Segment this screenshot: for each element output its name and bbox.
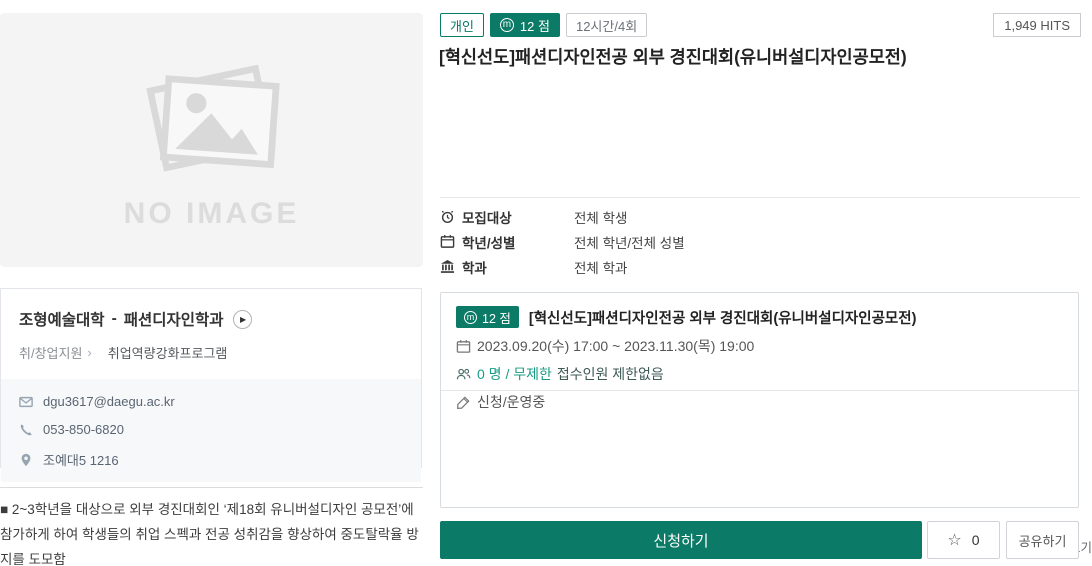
session-period-row: 2023.09.20(수) 17:00 ~ 2023.11.30(목) 19:0… [456, 336, 1063, 356]
badge-personal: 개인 [440, 13, 484, 37]
category-path[interactable]: 취/창업지원 [19, 343, 82, 362]
session-title: [혁신선도]패션디자인전공 외부 경진대회(유니버설디자인공모전) [528, 310, 917, 327]
badge-points-label: 12 점 [519, 18, 550, 34]
map-pin-icon [19, 453, 43, 467]
session-card[interactable]: m 12 점 [혁신선도]패션디자인전공 외부 경진대회(유니버설디자인공모전)… [440, 292, 1079, 508]
page-title: [혁신선도]패션디자인전공 외부 경진대회(유니버설디자인공모전) [439, 47, 907, 67]
category-program: 취업역량강화프로그램 [107, 346, 228, 361]
info-label: 학년/성별 [462, 235, 516, 251]
no-image-icon [145, 64, 280, 172]
alarm-clock-icon [440, 209, 462, 224]
badge-row: 개인 m 12 점 12시간/4회 [440, 13, 648, 37]
no-image-label: NO IMAGE [123, 197, 300, 230]
m-circle-icon: m [499, 18, 514, 32]
info-row-target: 모집대상 전체 학생 [440, 204, 1080, 229]
college-name: 조형예술대학 [19, 312, 105, 329]
calendar-icon [456, 339, 477, 354]
info-label: 모집대상 [462, 210, 512, 226]
program-description: ■ 2~3학년을 대상으로 외부 경진대회인 ‘제18회 유니버설디자인 공모전… [0, 487, 423, 566]
contact-email-row: dgu3617@daegu.ac.kr [19, 394, 403, 409]
info-label: 학과 [462, 260, 487, 276]
program-thumbnail-placeholder: NO IMAGE [0, 13, 423, 267]
department-name: 패션디자인학과 [123, 312, 224, 329]
chevron-right-icon: › [87, 345, 92, 360]
share-button[interactable]: 공유하기 [1006, 521, 1079, 559]
program-category: 취/창업지원 › 취업역량강화프로그램 [19, 343, 403, 362]
contact-phone-row: 053-850-6820 [19, 422, 403, 437]
badge-duration: 12시간/4회 [565, 13, 648, 37]
info-value: 전체 학과 [574, 260, 628, 276]
contact-info: dgu3617@daegu.ac.kr 053-850-6820 조예대5 12… [1, 379, 421, 482]
calendar-icon [440, 234, 462, 249]
badge-mileage-points: m 12 점 [489, 13, 560, 37]
session-points-label: 12 점 [482, 311, 511, 326]
session-points-badge: m 12 점 [456, 306, 519, 328]
session-status-row: 신청/운영중 [456, 392, 1063, 412]
contact-location: 조예대5 1216 [43, 453, 119, 468]
info-value: 전체 학생 [574, 210, 628, 226]
star-icon: ☆ [947, 532, 962, 549]
session-capacity-row: 0 명 / 무제한 접수인원 제한없음 [456, 364, 1063, 384]
favorite-count: 0 [971, 532, 980, 548]
info-value: 전체 학년/전체 성별 [574, 235, 685, 251]
recruit-info-section: 모집대상 전체 학생 학년/성별 전체 학년/전체 성별 학과 전체 학과 [440, 197, 1080, 279]
org-dash: - [111, 310, 117, 327]
program-detail-page: NO IMAGE 조형예술대학 - 패션디자인학과 ▶ 취/창업지원 › 취업역… [0, 0, 1092, 566]
favorite-button[interactable]: ☆ 0 [927, 521, 1000, 559]
bank-icon [440, 259, 462, 274]
info-row-grade-gender: 학년/성별 전체 학년/전체 성별 [440, 229, 1080, 254]
session-period: 2023.09.20(수) 17:00 ~ 2023.11.30(목) 19:0… [477, 338, 755, 354]
session-capacity: 0 명 / 무제한 [477, 366, 552, 382]
people-icon [456, 367, 477, 382]
phone-icon [19, 423, 43, 437]
m-circle-icon: m [464, 310, 477, 324]
session-status: 신청/운영중 [477, 394, 546, 410]
organization-card: 조형예술대학 - 패션디자인학과 ▶ 취/창업지원 › 취업역량강화프로그램 d… [0, 288, 422, 482]
info-row-department: 학과 전체 학과 [440, 254, 1080, 279]
contact-location-row: 조예대5 1216 [19, 450, 403, 469]
apply-button[interactable]: 신청하기 [440, 521, 922, 559]
session-capacity-note: 접수인원 제한없음 [556, 366, 664, 382]
contact-phone[interactable]: 053-850-6820 [43, 422, 124, 437]
contact-email[interactable]: dgu3617@daegu.ac.kr [43, 394, 175, 409]
expand-play-icon[interactable]: ▶ [232, 309, 252, 329]
envelope-icon [19, 395, 43, 409]
hits-counter: 1,949 HITS [993, 13, 1081, 37]
pen-icon [456, 395, 477, 410]
organization-name: 조형예술대학 - 패션디자인학과 ▶ [19, 308, 403, 330]
